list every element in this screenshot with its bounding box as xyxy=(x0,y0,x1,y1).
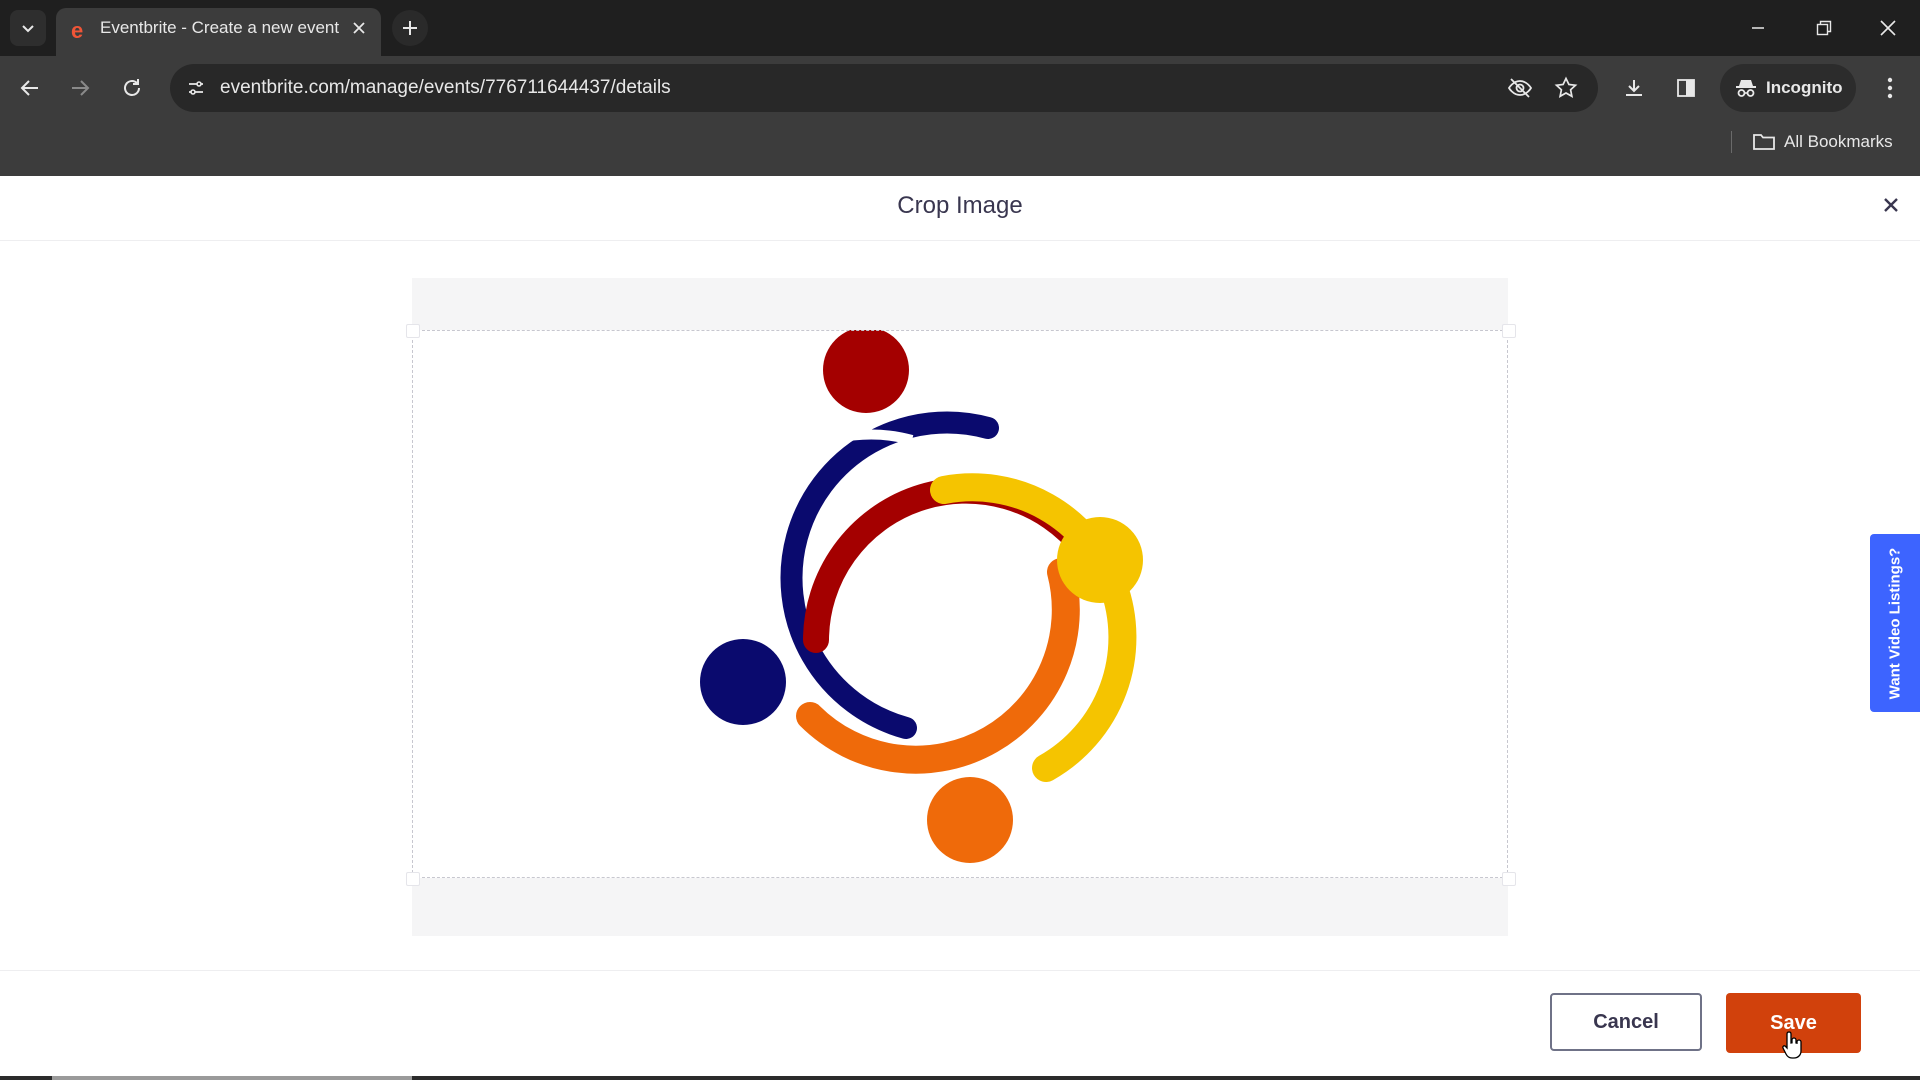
crop-modal-header: Crop Image xyxy=(0,176,1920,241)
hand-cursor-icon xyxy=(1782,1031,1802,1059)
minimize-button[interactable] xyxy=(1736,8,1780,48)
crop-area[interactable] xyxy=(406,278,1516,936)
footer-divider xyxy=(0,970,1920,971)
site-settings-icon[interactable] xyxy=(180,72,212,104)
download-icon[interactable] xyxy=(1614,68,1654,108)
eventbrite-favicon-icon: e xyxy=(68,20,90,42)
incognito-label: Incognito xyxy=(1766,78,1843,97)
all-bookmarks-button[interactable]: All Bookmarks xyxy=(1752,124,1893,160)
reload-icon xyxy=(124,79,140,96)
browser-toolbar: eventbrite.com/manage/events/77671164443… xyxy=(0,56,1920,176)
incognito-indicator[interactable]: Incognito xyxy=(1720,64,1856,112)
back-arrow-icon xyxy=(20,80,38,96)
browser-tabstrip: e Eventbrite - Create a new event xyxy=(0,0,1920,56)
star-icon[interactable] xyxy=(1550,72,1582,104)
modal-close-button[interactable] xyxy=(1876,190,1906,220)
kebab-menu-icon[interactable] xyxy=(1870,68,1910,108)
tab-search-button[interactable] xyxy=(10,10,46,46)
forward-button[interactable] xyxy=(60,68,100,108)
restore-icon xyxy=(1816,20,1832,36)
modal-title: Crop Image xyxy=(897,192,1023,219)
new-tab-button[interactable] xyxy=(392,10,428,46)
side-panel-icon[interactable] xyxy=(1666,68,1706,108)
restore-button[interactable] xyxy=(1802,8,1846,48)
cancel-button[interactable]: Cancel xyxy=(1550,993,1702,1051)
chevron-down-icon xyxy=(22,25,34,33)
bottom-bar-segment xyxy=(52,1076,412,1080)
bookmarks-divider xyxy=(1731,131,1732,153)
browser-tab-active[interactable]: e Eventbrite - Create a new event xyxy=(56,8,381,56)
tab-close-icon[interactable] xyxy=(349,18,369,38)
crop-handle-bottom-left[interactable] xyxy=(406,872,420,886)
side-tab-label: Want Video Listings? xyxy=(1886,547,1904,699)
eye-off-icon[interactable] xyxy=(1504,72,1536,104)
all-bookmarks-label: All Bookmarks xyxy=(1784,132,1893,151)
incognito-icon xyxy=(1736,80,1756,97)
crop-selection-frame[interactable] xyxy=(412,330,1508,878)
tab-title: Eventbrite - Create a new event xyxy=(100,18,340,37)
close-icon xyxy=(1884,198,1898,212)
crop-handle-top-left[interactable] xyxy=(406,324,420,338)
reload-button[interactable] xyxy=(112,68,152,108)
back-button[interactable] xyxy=(10,68,50,108)
bottom-status-bar xyxy=(0,1076,1920,1080)
url-text[interactable]: eventbrite.com/manage/events/77671164443… xyxy=(220,64,671,112)
svg-text:e: e xyxy=(71,20,83,42)
video-listings-side-tab[interactable]: Want Video Listings? xyxy=(1870,534,1920,712)
minimize-icon xyxy=(1752,27,1764,29)
close-window-icon xyxy=(1880,20,1896,36)
plus-icon xyxy=(403,21,417,35)
address-bar[interactable]: eventbrite.com/manage/events/77671164443… xyxy=(170,64,1598,112)
crop-handle-bottom-right[interactable] xyxy=(1502,872,1516,886)
forward-arrow-icon xyxy=(72,80,90,96)
folder-icon xyxy=(1753,134,1775,150)
close-window-button[interactable] xyxy=(1866,8,1910,48)
crop-handle-top-right[interactable] xyxy=(1502,324,1516,338)
